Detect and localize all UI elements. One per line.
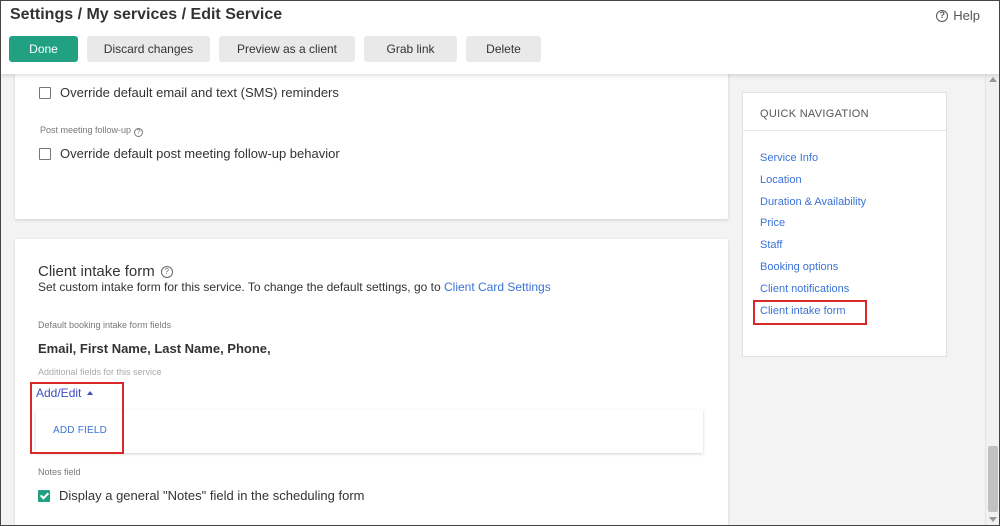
quick-navigation-panel: QUICK NAVIGATION Service Info Location D… xyxy=(742,92,947,357)
grab-link-button[interactable]: Grab link xyxy=(364,36,457,62)
client-card-settings-link[interactable]: Client Card Settings xyxy=(444,280,551,294)
override-followup-label: Override default post meeting follow-up … xyxy=(60,146,340,161)
scroll-up-arrow-icon[interactable] xyxy=(989,77,997,82)
qn-item-client-intake-form[interactable]: Client intake form xyxy=(760,305,866,327)
override-followup-checkbox[interactable] xyxy=(39,147,51,160)
additional-fields-label: Additional fields for this service xyxy=(38,367,162,377)
page-scrollbar[interactable] xyxy=(985,74,999,525)
qn-item-service-info[interactable]: Service Info xyxy=(760,152,866,174)
client-intake-card: Client intake form ? Set custom intake f… xyxy=(15,239,728,526)
intake-title-text: Client intake form xyxy=(38,263,155,280)
intake-description-text: Set custom intake form for this service.… xyxy=(38,280,444,294)
preview-as-client-button[interactable]: Preview as a client xyxy=(219,36,355,62)
toolbar: Done Discard changes Preview as a client… xyxy=(9,36,541,62)
page-header: Settings / My services / Edit Service ? … xyxy=(0,0,1000,74)
caret-up-icon xyxy=(87,391,94,395)
add-field-panel: ADD FIELD xyxy=(36,410,703,453)
breadcrumb: Settings / My services / Edit Service xyxy=(10,6,283,23)
divider xyxy=(743,130,946,131)
default-fields-label: Default booking intake form fields xyxy=(38,320,172,330)
scroll-down-arrow-icon[interactable] xyxy=(989,517,997,522)
qn-item-duration-availability[interactable]: Duration & Availability xyxy=(760,196,866,218)
qn-item-booking-options[interactable]: Booking options xyxy=(760,261,866,283)
override-followup-row: Override default post meeting follow-up … xyxy=(39,146,340,161)
help-label: Help xyxy=(953,8,980,23)
qn-item-staff[interactable]: Staff xyxy=(760,239,866,261)
add-field-button[interactable]: ADD FIELD xyxy=(53,425,107,436)
qn-item-location[interactable]: Location xyxy=(760,174,866,196)
notes-field-row: Display a general "Notes" field in the s… xyxy=(38,488,365,503)
discard-changes-button[interactable]: Discard changes xyxy=(87,36,210,62)
override-reminders-checkbox[interactable] xyxy=(39,86,51,99)
followup-section-label: Post meeting follow-up? xyxy=(40,125,144,137)
intake-description: Set custom intake form for this service.… xyxy=(38,280,551,294)
notes-field-checkbox[interactable] xyxy=(38,489,50,502)
scroll-thumb[interactable] xyxy=(988,446,998,512)
quick-navigation-list: Service Info Location Duration & Availab… xyxy=(760,152,866,326)
followup-section-text: Post meeting follow-up xyxy=(40,125,132,135)
intake-title: Client intake form ? xyxy=(38,263,173,280)
notifications-card: Override default email and text (SMS) re… xyxy=(15,60,728,219)
override-reminders-label: Override default email and text (SMS) re… xyxy=(60,85,339,100)
qn-item-price[interactable]: Price xyxy=(760,217,866,239)
help-icon: ? xyxy=(936,9,949,22)
question-icon[interactable]: ? xyxy=(160,265,173,278)
default-fields-value: Email, First Name, Last Name, Phone, xyxy=(38,341,271,356)
done-button[interactable]: Done xyxy=(9,36,78,62)
quick-navigation-title: QUICK NAVIGATION xyxy=(760,108,869,120)
override-reminders-row: Override default email and text (SMS) re… xyxy=(39,85,339,100)
add-edit-label: Add/Edit xyxy=(36,386,82,400)
notes-field-label: Display a general "Notes" field in the s… xyxy=(59,488,365,503)
add-edit-toggle[interactable]: Add/Edit xyxy=(36,386,94,400)
help-link[interactable]: ? Help xyxy=(936,8,980,23)
delete-button[interactable]: Delete xyxy=(466,36,541,62)
qn-item-client-notifications[interactable]: Client notifications xyxy=(760,283,866,305)
info-icon[interactable]: ? xyxy=(134,128,144,137)
notes-section-label: Notes field xyxy=(38,467,81,477)
